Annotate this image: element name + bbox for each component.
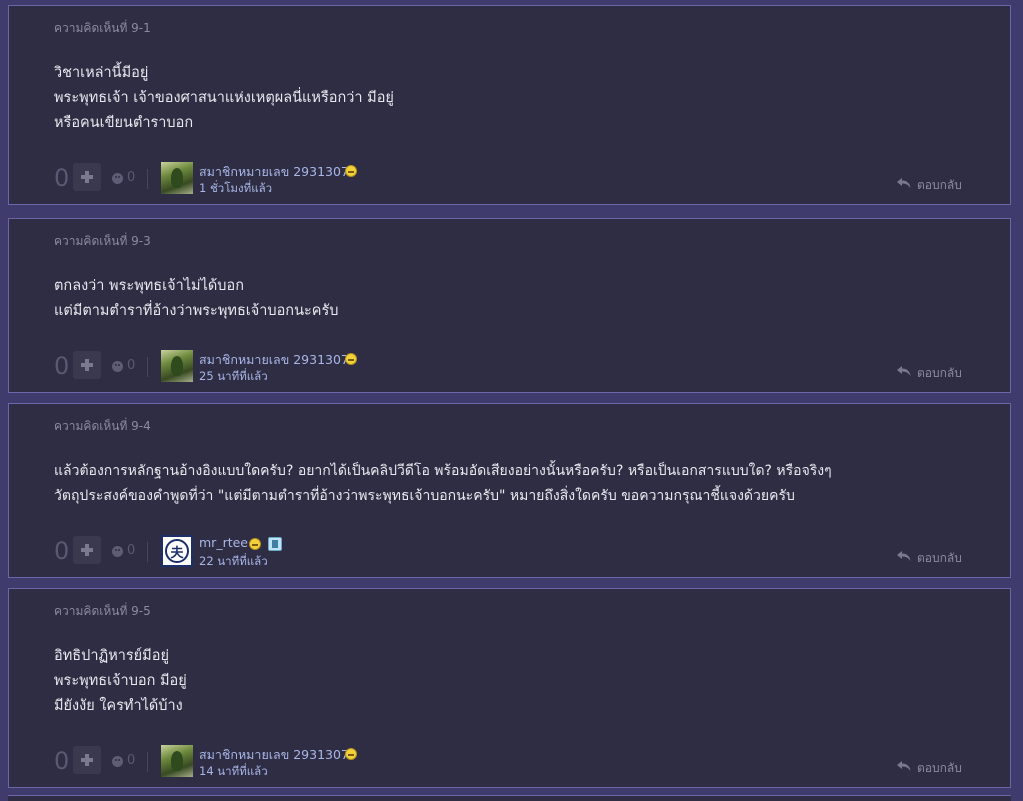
emotion-icon[interactable] <box>112 361 123 372</box>
comment-body: แล้วต้องการหลักฐานอ้างอิงแบบใดครับ? อยาก… <box>54 459 832 509</box>
timestamp: 25 นาทีที่แล้ว <box>199 369 268 383</box>
comment-line: แล้วต้องการหลักฐานอ้างอิงแบบใดครับ? อยาก… <box>54 463 832 479</box>
avatar[interactable] <box>161 162 193 194</box>
comment-line: วัตถุประสงค์ของคำพูดที่ว่า "แต่มีตามตำรา… <box>54 488 795 504</box>
emotion-count: 0 <box>127 753 136 768</box>
divider <box>147 357 148 377</box>
avatar[interactable]: 夫 <box>161 535 193 567</box>
next-comment-edge <box>8 795 1011 801</box>
vote-count: 0 <box>54 164 70 192</box>
reply-label: ตอบกลับ <box>917 761 962 775</box>
comment-body: ตกลงว่า พระพุทธเจ้าไม่ได้บอก แต่มีตามตำร… <box>54 274 338 324</box>
comment-number: ความคิดเห็นที่ 9-1 <box>54 21 151 35</box>
comment-body: อิทธิปาฏิหารย์มีอยู่ พระพุทธเจ้าบอก มีอย… <box>54 644 187 719</box>
reply-arrow-icon <box>897 178 911 188</box>
plus-vote-button[interactable] <box>73 163 101 191</box>
comment-body: วิชาเหล่านี้มีอยู่ พระพุทธเจ้า เจ้าของศา… <box>54 61 394 136</box>
username-link[interactable]: mr_rtee <box>199 535 248 550</box>
divider <box>147 169 148 189</box>
reply-label: ตอบกลับ <box>917 551 962 565</box>
smile-icon <box>249 538 261 550</box>
emotion-count: 0 <box>127 170 136 185</box>
timestamp: 1 ชั่วโมงที่แล้ว <box>199 181 273 195</box>
smile-icon <box>345 165 357 177</box>
comment-card: ความคิดเห็นที่ 9-3 ตกลงว่า พระพุทธเจ้าไม… <box>8 218 1011 393</box>
emotion-icon[interactable] <box>112 546 123 557</box>
comment-number: ความคิดเห็นที่ 9-3 <box>54 234 151 248</box>
comment-card: ความคิดเห็นที่ 9-1 วิชาเหล่านี้มีอยู่ พร… <box>8 5 1011 205</box>
divider <box>147 752 148 772</box>
plus-vote-button[interactable] <box>73 746 101 774</box>
member-badge-icon <box>268 537 282 551</box>
divider <box>147 542 148 562</box>
avatar-glyph: 夫 <box>170 546 184 561</box>
reply-label: ตอบกลับ <box>917 366 962 380</box>
reply-label: ตอบกลับ <box>917 178 962 192</box>
smile-icon <box>345 353 357 365</box>
reply-arrow-icon <box>897 761 911 771</box>
comment-card: ความคิดเห็นที่ 9-4 แล้วต้องการหลักฐานอ้า… <box>8 403 1011 578</box>
username-link[interactable]: สมาชิกหมายเลข 2931307 <box>199 745 349 765</box>
reply-arrow-icon <box>897 551 911 561</box>
comment-line: วิชาเหล่านี้มีอยู่ <box>54 65 149 81</box>
comment-line: อิทธิปาฏิหารย์มีอยู่ <box>54 648 169 664</box>
avatar[interactable] <box>161 350 193 382</box>
emotion-icon[interactable] <box>112 756 123 767</box>
reply-arrow-icon <box>897 366 911 376</box>
username-link[interactable]: สมาชิกหมายเลข 2931307 <box>199 162 349 182</box>
comment-number: ความคิดเห็นที่ 9-5 <box>54 604 151 618</box>
vote-count: 0 <box>54 352 70 380</box>
emotion-icon[interactable] <box>112 173 123 184</box>
plus-vote-button[interactable] <box>73 536 101 564</box>
comment-line: พระพุทธเจ้าบอก มีอยู่ <box>54 673 187 689</box>
avatar[interactable] <box>161 745 193 777</box>
vote-count: 0 <box>54 537 70 565</box>
comment-number: ความคิดเห็นที่ 9-4 <box>54 419 151 433</box>
plus-vote-button[interactable] <box>73 351 101 379</box>
comment-line: หรือคนเขียนตำราบอก <box>54 115 194 131</box>
comment-line: มียังงัย ใครทำได้บ้าง <box>54 698 183 714</box>
emotion-count: 0 <box>127 543 136 558</box>
emotion-count: 0 <box>127 358 136 373</box>
smile-icon <box>345 748 357 760</box>
timestamp: 22 นาทีที่แล้ว <box>199 554 268 568</box>
username-link[interactable]: สมาชิกหมายเลข 2931307 <box>199 350 349 370</box>
comment-line: แต่มีตามตำราที่อ้างว่าพระพุทธเจ้าบอกนะคร… <box>54 303 339 319</box>
timestamp: 14 นาทีที่แล้ว <box>199 764 268 778</box>
comment-line: พระพุทธเจ้า เจ้าของศาสนาแห่งเหตุผลนี่แหร… <box>54 90 394 106</box>
comment-card: ความคิดเห็นที่ 9-5 อิทธิปาฏิหารย์มีอยู่ … <box>8 588 1011 788</box>
vote-count: 0 <box>54 747 70 775</box>
comment-line: ตกลงว่า พระพุทธเจ้าไม่ได้บอก <box>54 278 245 294</box>
